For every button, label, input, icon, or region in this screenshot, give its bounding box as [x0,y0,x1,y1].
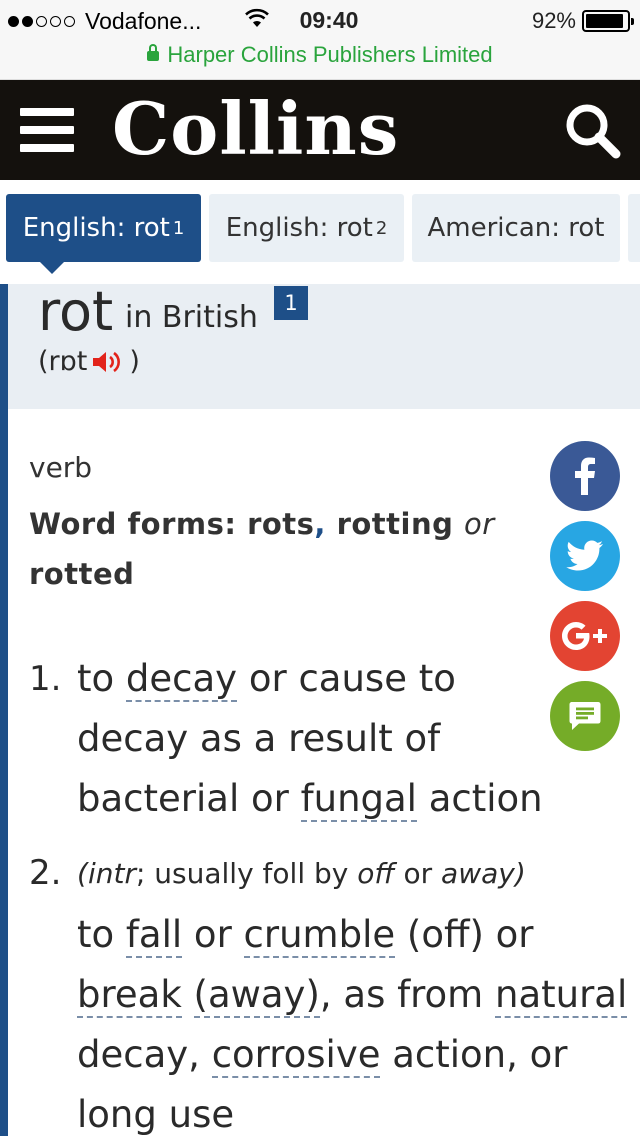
headword: rot [38,280,114,343]
part-of-speech: verb [29,451,93,484]
tab-english-rot-2[interactable]: English: rot 2 [209,194,404,262]
word-form: rots [247,507,315,541]
twitter-icon [566,540,603,571]
text: or [182,913,244,956]
sense-definition: (intr; usually foll by off or away) to f… [77,843,637,1136]
comment-icon [569,702,601,730]
lock-icon [147,44,160,61]
tab-superscript: 2 [375,217,388,239]
text: ) [514,857,526,890]
xref-link[interactable]: decay [125,657,238,702]
site-identity: Harper Collins Publishers Limited [167,42,493,67]
word-forms-separator: , [314,507,326,541]
text: , as from [319,973,495,1016]
text: or [394,857,442,890]
definition-body: verb Word forms: rots, rotting or rotted… [0,409,640,1136]
pronunciation-text: (rɒt [38,346,88,377]
speaker-icon[interactable] [91,348,125,376]
word-form: rotting [336,507,454,541]
search-icon[interactable] [562,100,622,160]
usage-label: (intr; usually foll by off or away) [77,843,637,905]
entry-header: rot in British 1 (rɒt ) [0,280,640,409]
text: away [441,857,515,890]
sense-number: 2. [29,853,62,893]
xref-link[interactable]: fungal [300,777,417,822]
xref-link[interactable]: break [77,973,182,1018]
sense-line: decay, corrosive action, or [77,1025,637,1085]
facebook-icon [575,457,595,495]
twitter-share-button[interactable] [550,521,620,591]
facebook-share-button[interactable] [550,441,620,511]
text: (off) or [395,913,534,956]
word-forms-or: or [463,507,495,541]
xref-link[interactable]: fall [125,913,183,958]
sense-line: long use [77,1093,235,1136]
battery-icon [582,10,634,32]
sense-number: 1. [29,659,62,699]
word-form: rotted [29,557,135,591]
sense-line: bacterial or fungal action [77,769,637,829]
word-forms: Word forms: rots, rotting or rotted [29,499,519,599]
text: to [77,657,126,700]
tab-label: American: rot [427,213,605,243]
sense-line: break (away), as from natural [77,965,637,1025]
tab-american-rot[interactable]: American: rot [412,194,620,262]
tab-superscript: 1 [172,217,185,239]
google-plus-icon [562,622,607,650]
address-bar[interactable]: Harper Collins Publishers Limited [0,40,640,80]
collins-logo[interactable]: Collins [112,86,399,171]
text: decay, [77,1033,212,1076]
region-label: in British [125,300,258,335]
hamburger-menu-icon[interactable] [20,108,74,152]
text: ( [77,857,88,890]
pronunciation-close: ) [129,346,140,377]
text: to [77,913,126,956]
tab-more[interactable] [628,194,640,262]
battery-status: 92% [531,8,634,34]
text: ; usually foll by [135,857,358,890]
xref-link[interactable]: corrosive [211,1033,381,1078]
text: off [357,857,395,890]
text: action [416,777,543,820]
sense-line: to fall or crumble (off) or [77,905,637,965]
site-header: Collins [0,80,640,180]
tab-label: English: rot [22,213,170,243]
text: action, or [380,1033,568,1076]
xref-link[interactable]: (away) [193,973,320,1018]
tab-english-rot-1[interactable]: English: rot 1 [6,194,201,274]
dictionary-tabs: English: rot 1 English: rot 2 American: ro… [0,180,640,284]
sense-definition: to decay or cause to decay as a result o… [77,649,637,829]
comment-share-button[interactable] [550,681,620,751]
google-plus-share-button[interactable] [550,601,620,671]
xref-link[interactable]: crumble [243,913,396,958]
text [182,973,194,1016]
homograph-badge: 1 [274,286,308,320]
pronunciation: (rɒt ) [38,346,140,377]
xref-link[interactable]: natural [495,973,628,1018]
tab-label: English: rot [225,213,373,243]
word-forms-label: Word forms: [29,507,237,541]
grammar-label: intr [87,857,136,890]
battery-percent: 92% [531,8,576,33]
text: bacterial or [77,777,301,820]
status-bar: Vodafone... 09:40 92% [0,0,640,40]
text: or cause to [237,657,456,700]
